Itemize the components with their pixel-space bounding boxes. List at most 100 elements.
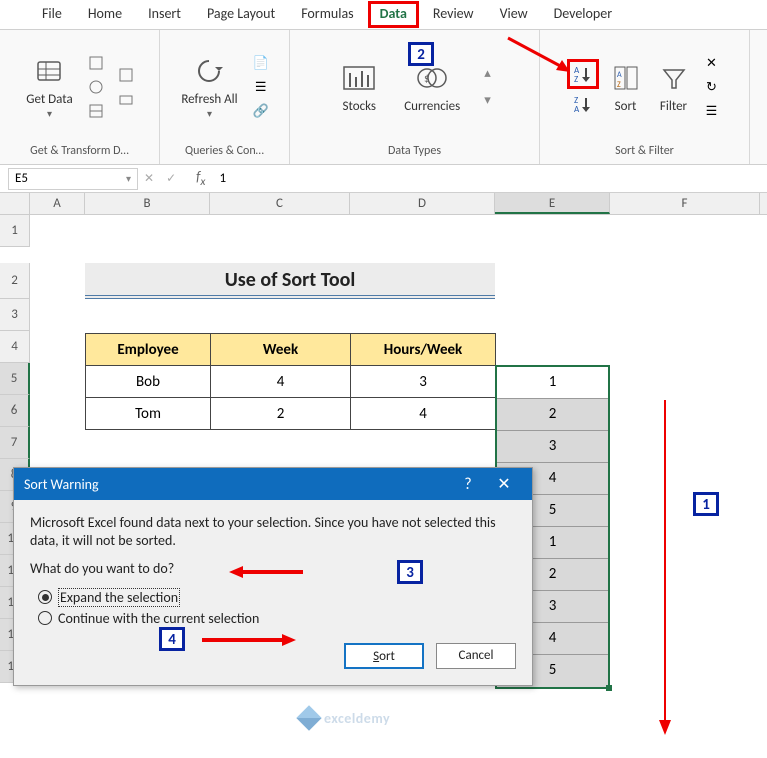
- group-label-sort-filter: Sort & Filter: [615, 144, 674, 162]
- fill-handle[interactable]: [606, 685, 612, 691]
- properties-icon[interactable]: ☰: [252, 78, 270, 96]
- dialog-prompt: What do you want to do?: [30, 560, 516, 578]
- from-text-icon[interactable]: [87, 54, 105, 72]
- cell-e7: 3: [497, 431, 608, 463]
- cell-hours: 3: [351, 366, 496, 398]
- cell-week: 2: [211, 398, 351, 430]
- callout-2: 2: [408, 42, 434, 66]
- tab-file[interactable]: File: [30, 1, 74, 28]
- queries-connections-icon[interactable]: 📄: [252, 54, 270, 72]
- stocks-label: Stocks: [343, 99, 376, 114]
- worksheet-area[interactable]: 1 2 3 4 5 6 7 8 9 10 11 12 13 14 Use of …: [0, 215, 767, 755]
- sort-descending-button[interactable]: ZA: [570, 93, 596, 115]
- option-continue-selection[interactable]: Continue with the current selection: [38, 610, 516, 627]
- sort-za-icon: ZA: [572, 94, 594, 114]
- cell-hours: 4: [351, 398, 496, 430]
- header-week: Week: [211, 334, 351, 366]
- from-table-icon[interactable]: [87, 102, 105, 120]
- enter-formula-icon[interactable]: ✓: [160, 171, 182, 186]
- sort-ascending-button[interactable]: AZ: [567, 59, 599, 89]
- group-queries: Refresh All ▾ 📄 ☰ 🔗 Queries & Con…: [160, 30, 290, 164]
- existing-connections-icon[interactable]: [117, 90, 135, 108]
- col-header-c[interactable]: C: [210, 193, 350, 214]
- chevron-down-icon: ▾: [126, 172, 131, 185]
- row-header[interactable]: 7: [0, 427, 30, 459]
- option-expand-selection[interactable]: Expand the selection: [38, 589, 516, 606]
- refresh-all-label: Refresh All: [181, 92, 237, 107]
- col-header-d[interactable]: D: [350, 193, 495, 214]
- tab-view[interactable]: View: [488, 1, 540, 28]
- row-header[interactable]: 3: [0, 299, 30, 331]
- formula-value[interactable]: 1: [219, 171, 226, 186]
- select-all-triangle[interactable]: [0, 193, 30, 214]
- data-table: Employee Week Hours/Week Bob 4 3 Tom 2 4: [85, 333, 496, 430]
- tab-home[interactable]: Home: [76, 1, 134, 28]
- watermark-text: exceldemy: [324, 710, 390, 727]
- row-header[interactable]: 1: [0, 215, 30, 247]
- tab-data[interactable]: Data: [368, 1, 419, 28]
- tab-developer[interactable]: Developer: [542, 1, 624, 28]
- name-box-value: E5: [15, 171, 28, 186]
- sort-button[interactable]: AZ Sort: [605, 59, 647, 116]
- cell-employee: Bob: [86, 366, 211, 398]
- get-data-button[interactable]: Get Data ▾: [22, 52, 76, 122]
- cancel-formula-icon[interactable]: ✕: [138, 171, 160, 186]
- row-header[interactable]: 6: [0, 395, 30, 427]
- svg-text:A: A: [617, 70, 622, 80]
- watermark: exceldemy: [300, 709, 390, 727]
- col-header-b[interactable]: B: [85, 193, 210, 214]
- edit-links-icon[interactable]: 🔗: [252, 102, 270, 120]
- sort-warning-dialog: Sort Warning ? ✕ Microsoft Excel found d…: [13, 467, 533, 686]
- cell-e6: 2: [497, 399, 608, 431]
- scroll-down-icon[interactable]: ▾: [484, 93, 491, 108]
- filter-label: Filter: [660, 99, 687, 114]
- fx-icon[interactable]: fx: [196, 168, 205, 189]
- sort-az-icon: AZ: [572, 64, 594, 84]
- stocks-icon: [342, 61, 376, 95]
- tab-page-layout[interactable]: Page Layout: [195, 1, 287, 28]
- col-header-e[interactable]: E: [495, 193, 610, 214]
- col-header-f[interactable]: F: [610, 193, 760, 214]
- dialog-title-text: Sort Warning: [24, 476, 99, 493]
- svg-text:$: $: [424, 72, 430, 85]
- advanced-icon[interactable]: ☰: [703, 102, 721, 120]
- header-hours-week: Hours/Week: [351, 334, 496, 366]
- dialog-titlebar[interactable]: Sort Warning ? ✕: [14, 468, 532, 500]
- reapply-icon[interactable]: ↻: [703, 78, 721, 96]
- row-header[interactable]: 2: [0, 263, 30, 299]
- dialog-close-button[interactable]: ✕: [486, 474, 522, 494]
- table-row[interactable]: Bob 4 3: [86, 366, 496, 398]
- cell-employee: Tom: [86, 398, 211, 430]
- dialog-cancel-button[interactable]: Cancel: [436, 643, 516, 669]
- name-box[interactable]: E5 ▾: [8, 168, 138, 190]
- from-web-icon[interactable]: [87, 78, 105, 96]
- stocks-button[interactable]: Stocks: [338, 59, 380, 116]
- recent-sources-icon[interactable]: [117, 66, 135, 84]
- formula-bar: E5 ▾ ✕ ✓ fx 1: [0, 165, 767, 193]
- filter-icon: [657, 61, 691, 95]
- row-header[interactable]: 5: [0, 363, 30, 395]
- radio-icon: [38, 611, 52, 625]
- table-row[interactable]: Tom 2 4: [86, 398, 496, 430]
- svg-text:A: A: [574, 104, 580, 114]
- refresh-icon: [192, 54, 226, 88]
- refresh-all-button[interactable]: Refresh All ▾: [177, 52, 241, 122]
- scroll-up-icon[interactable]: ▴: [484, 66, 491, 81]
- callout-4: 4: [159, 627, 185, 651]
- tab-review[interactable]: Review: [421, 1, 486, 28]
- dialog-help-button[interactable]: ?: [450, 475, 486, 494]
- tab-formulas[interactable]: Formulas: [289, 1, 365, 28]
- callout-1: 1: [693, 492, 719, 516]
- tab-insert[interactable]: Insert: [136, 1, 193, 28]
- cell-e5: 1: [497, 367, 608, 399]
- sheet-title: Use of Sort Tool: [85, 263, 495, 299]
- clear-filter-icon[interactable]: ✕: [703, 54, 721, 72]
- spreadsheet-grid: A B C D E F 1 2 3 4 5 6 7 8 9 10 11 12 1…: [0, 193, 767, 755]
- filter-button[interactable]: Filter: [653, 59, 695, 116]
- get-data-label: Get Data: [26, 92, 72, 107]
- row-header[interactable]: 4: [0, 331, 30, 363]
- col-header-a[interactable]: A: [30, 193, 85, 214]
- dialog-sort-button[interactable]: Sort: [344, 643, 424, 669]
- currencies-button[interactable]: $ Currencies: [400, 59, 464, 116]
- watermark-logo-icon: [296, 705, 321, 730]
